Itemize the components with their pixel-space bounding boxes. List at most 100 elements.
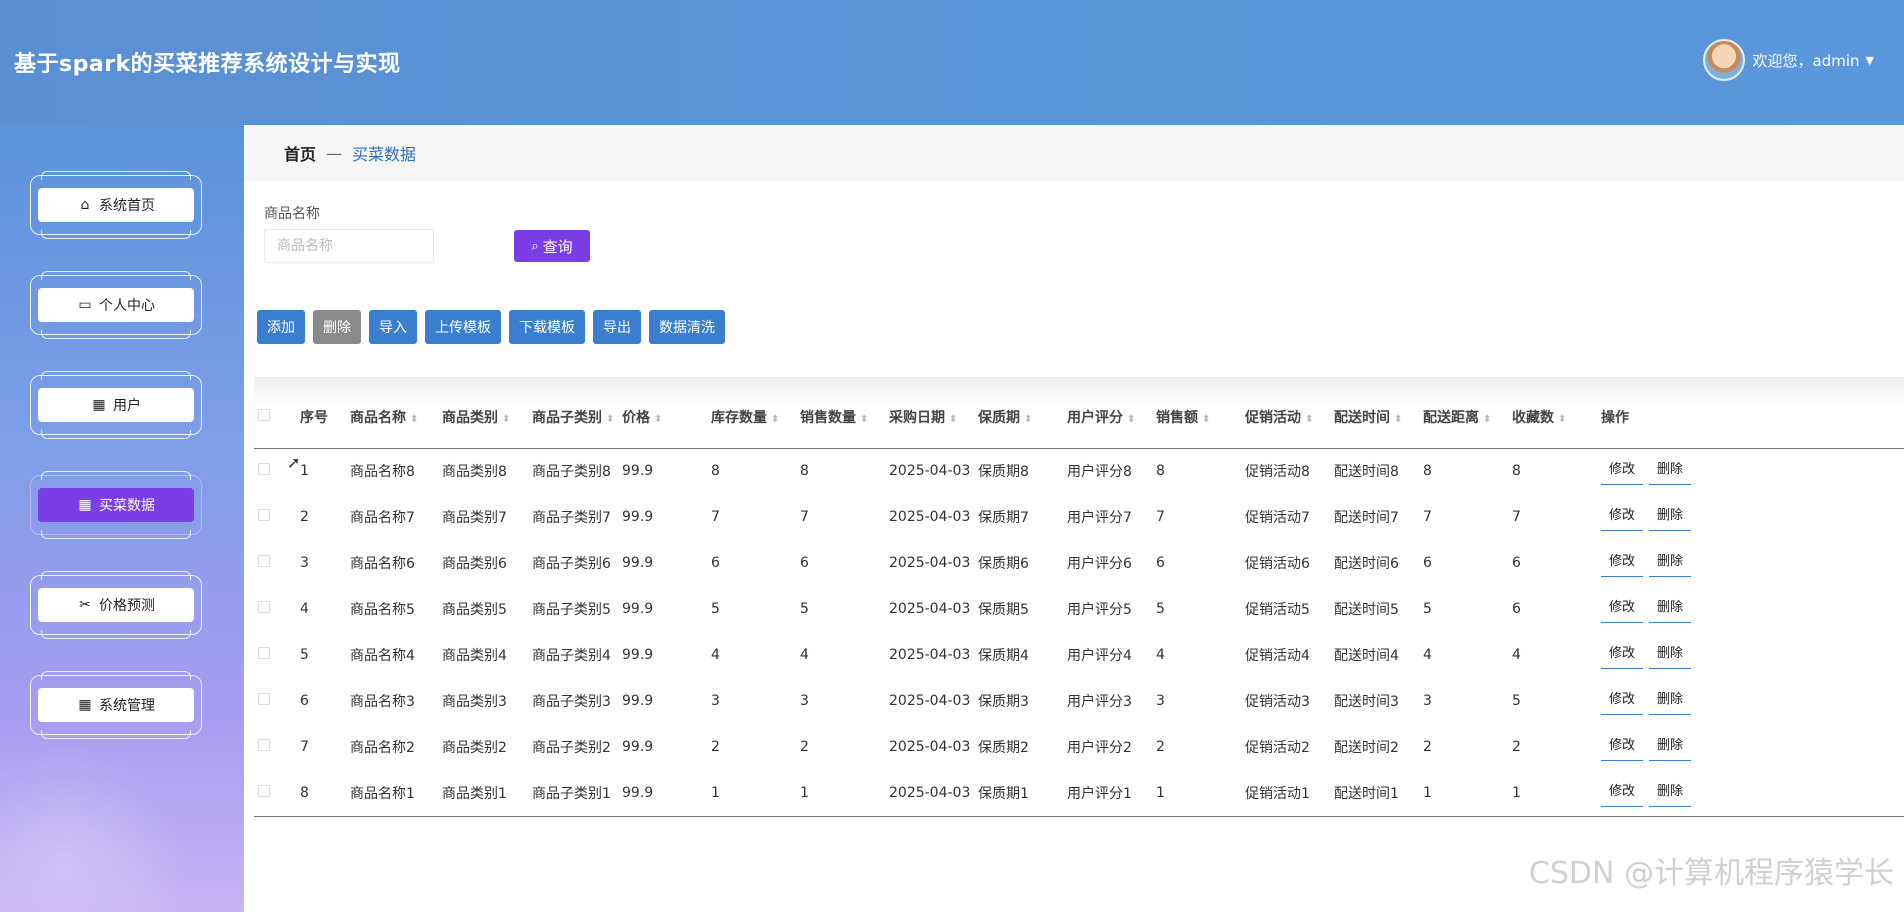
export-button[interactable]: 导出 — [593, 310, 641, 344]
sidebar-button[interactable]: ✂ 价格预测 — [38, 588, 194, 622]
table-cell: 2 — [300, 509, 309, 525]
sidebar-button[interactable]: ▦ 用户 — [38, 388, 194, 422]
delete-button[interactable]: 删除 — [1649, 733, 1692, 761]
table-cell: 3 — [711, 693, 720, 709]
table-cell: 商品子类别1 — [532, 770, 622, 817]
column-header[interactable]: 价格 ⬍ — [622, 387, 711, 449]
home-icon: ⌂ — [80, 197, 90, 213]
table-cell: 用户评分7 — [1067, 510, 1132, 526]
sidebar-button[interactable]: ▦ 买菜数据 — [38, 488, 194, 522]
edit-button[interactable]: 修改 — [1601, 595, 1644, 623]
column-header[interactable]: 商品名称 ⬍ — [350, 387, 442, 449]
row-checkbox[interactable] — [254, 724, 300, 770]
edit-button[interactable]: 修改 — [1601, 779, 1644, 807]
table-cell: 7 — [300, 739, 309, 755]
column-header[interactable]: 销售额 ⬍ — [1156, 387, 1245, 449]
delete-button[interactable]: 删除 — [1649, 549, 1692, 577]
search-input[interactable] — [264, 229, 434, 263]
sidebar-button[interactable]: ⌂ 系统首页 — [38, 188, 194, 222]
row-checkbox[interactable] — [254, 586, 300, 632]
query-button-label: 查询 — [542, 237, 573, 256]
sort-icon: ⬍ — [1558, 414, 1567, 426]
table-cell: 2025-04-03 — [889, 693, 971, 709]
sidebar-item-profile[interactable]: ▭ 个人中心 — [30, 271, 202, 339]
column-header[interactable]: 采购日期 ⬍ — [889, 387, 978, 449]
user-menu[interactable]: 欢迎您，admin ▼ — [1702, 38, 1874, 82]
edit-button[interactable]: 修改 — [1601, 503, 1644, 531]
column-header[interactable]: 销售数量 ⬍ — [800, 387, 889, 449]
upload-template-button[interactable]: 上传模板 — [425, 310, 501, 344]
table-cell: 商品类别2 — [442, 740, 507, 756]
sidebar-item-grocery-data[interactable]: ▦ 买菜数据 — [30, 471, 202, 539]
edit-button[interactable]: 修改 — [1601, 641, 1644, 669]
sort-icon: ⬍ — [771, 414, 780, 426]
table-cell: 6 — [300, 693, 309, 709]
sort-icon: ⬍ — [860, 414, 869, 426]
table-cell: 商品子类别4 — [532, 648, 611, 664]
column-header[interactable]: 收藏数 ⬍ — [1512, 387, 1601, 449]
table-cell: 2 — [1156, 739, 1165, 755]
column-header[interactable]: 保质期 ⬍ — [978, 387, 1067, 449]
query-button[interactable]: ⌕ 查询 — [514, 230, 590, 262]
sidebar-item-users[interactable]: ▦ 用户 — [30, 371, 202, 439]
main-content: 首页 — 买菜数据 商品名称 ⌕ 查询 添加 删除 导入 上传模板 下载模板 导… — [244, 125, 1904, 912]
delete-button[interactable]: 删除 — [1649, 503, 1692, 531]
table-cell: 商品名称6 — [350, 556, 415, 572]
column-header[interactable]: 商品类别 ⬍ — [442, 387, 532, 449]
table-cell: 商品名称2 — [350, 740, 415, 756]
column-header[interactable]: 商品子类别 ⬍ — [532, 387, 622, 449]
column-header[interactable]: 用户评分 ⬍ — [1067, 387, 1156, 449]
table-cell: 5 — [711, 601, 720, 617]
row-actions: 修改 删除 — [1601, 586, 1904, 632]
table-cell: 4 — [1423, 647, 1432, 663]
table-cell: 1 — [1512, 770, 1601, 817]
sidebar-button[interactable]: ▦ 系统管理 — [38, 688, 194, 722]
chevron-down-icon[interactable]: ▼ — [1866, 54, 1874, 67]
card-icon: ▭ — [78, 297, 92, 313]
sidebar-item-home[interactable]: ⌂ 系统首页 — [30, 171, 202, 239]
breadcrumb-home[interactable]: 首页 — [284, 141, 316, 165]
column-header[interactable]: 配送距离 ⬍ — [1423, 387, 1512, 449]
edit-button[interactable]: 修改 — [1601, 733, 1644, 761]
table-cell: 用户评分3 — [1067, 694, 1132, 710]
delete-button[interactable]: 删除 — [1649, 595, 1692, 623]
delete-button[interactable]: 删除 — [1649, 779, 1692, 807]
breadcrumb-current: 买菜数据 — [352, 145, 417, 164]
row-checkbox[interactable] — [254, 770, 300, 817]
column-header[interactable]: 促销活动 ⬍ — [1245, 387, 1334, 449]
sidebar-item-label: 用户 — [113, 398, 141, 414]
sidebar-item-label: 系统首页 — [99, 198, 155, 214]
column-header[interactable]: 配送时间 ⬍ — [1334, 387, 1423, 449]
sidebar-item-price-forecast[interactable]: ✂ 价格预测 — [30, 571, 202, 639]
column-header[interactable]: 库存数量 ⬍ — [711, 387, 800, 449]
add-button[interactable]: 添加 — [257, 310, 305, 344]
row-checkbox[interactable] — [254, 632, 300, 678]
table-cell: 商品子类别8 — [532, 464, 611, 481]
edit-button[interactable]: 修改 — [1601, 687, 1644, 715]
column-header[interactable]: 序号 — [300, 387, 350, 449]
delete-button[interactable]: 删除 — [1649, 457, 1692, 486]
user-greeting[interactable]: 欢迎您，admin — [1753, 50, 1860, 71]
row-checkbox[interactable] — [254, 494, 300, 540]
download-template-button[interactable]: 下载模板 — [509, 310, 585, 344]
edit-button[interactable]: 修改 — [1601, 549, 1644, 577]
grid-icon: ▦ — [78, 697, 92, 713]
row-checkbox[interactable] — [254, 540, 300, 586]
data-clean-button[interactable]: 数据清洗 — [649, 310, 725, 344]
table-cell: 99.9 — [622, 693, 654, 709]
sidebar-button[interactable]: ▭ 个人中心 — [38, 288, 194, 322]
delete-button[interactable]: 删除 — [1649, 641, 1692, 669]
avatar[interactable] — [1702, 39, 1745, 81]
delete-button[interactable]: 删除 — [1649, 687, 1692, 715]
import-button[interactable]: 导入 — [369, 310, 417, 344]
edit-button[interactable]: 修改 — [1601, 457, 1644, 486]
table-cell: 99.9 — [622, 555, 654, 571]
table-cell: 5 — [300, 647, 309, 663]
batch-delete-button[interactable]: 删除 — [313, 310, 361, 344]
row-checkbox[interactable] — [254, 678, 300, 724]
table-cell: 7 — [1423, 509, 1432, 525]
sort-icon: ⬍ — [606, 414, 615, 426]
sidebar-item-system[interactable]: ▦ 系统管理 — [30, 671, 202, 739]
table-cell: 7 — [711, 509, 720, 525]
select-all-checkbox[interactable] — [254, 387, 300, 449]
